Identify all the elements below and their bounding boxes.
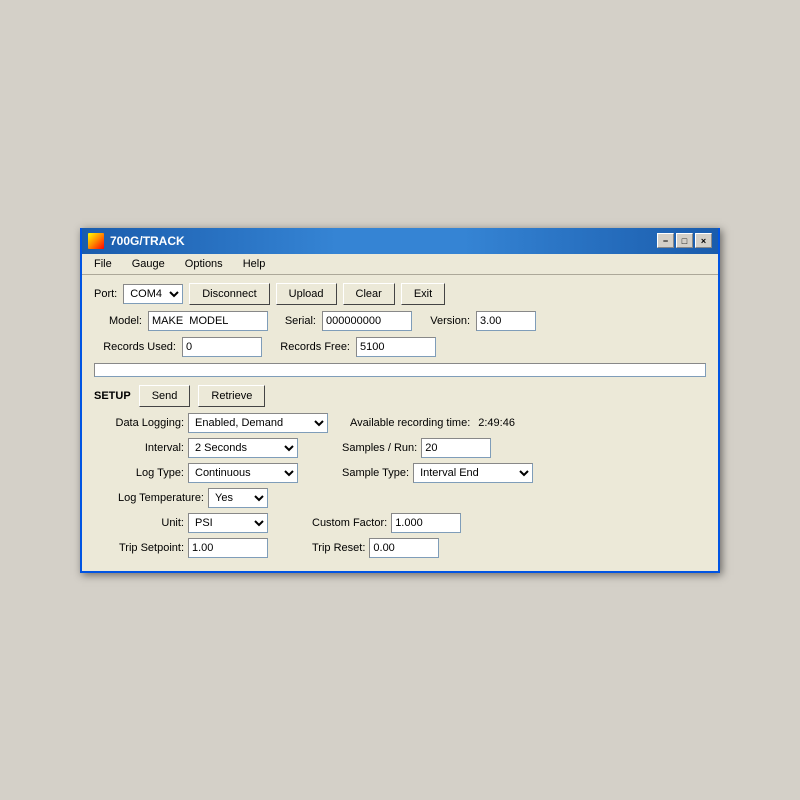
version-input[interactable] [476,311,536,331]
setup-section-label: SETUP [94,390,131,402]
menu-options[interactable]: Options [177,256,231,272]
clear-button[interactable]: Clear [343,283,395,305]
menu-help[interactable]: Help [235,256,274,272]
sample-type-label: Sample Type: [342,467,409,479]
disconnect-button[interactable]: Disconnect [189,283,269,305]
records-free-label: Records Free: [268,341,350,353]
data-logging-select[interactable]: Enabled, Demand Enabled, Continuous Disa… [188,413,328,433]
log-type-select[interactable]: Continuous Single [188,463,298,483]
progress-bar [94,363,706,377]
port-select[interactable]: COM4 [123,284,183,304]
main-window: 700G/TRACK − □ × File Gauge Options Help… [80,228,720,573]
setup-row-data-logging: Data Logging: Enabled, Demand Enabled, C… [94,413,706,433]
interval-select[interactable]: 1 Second 2 Seconds 5 Seconds 10 Seconds … [188,438,298,458]
records-free-input[interactable] [356,337,436,357]
available-time-label: Available recording time: [350,417,470,429]
setup-row-log-type: Log Type: Continuous Single Sample Type:… [94,463,706,483]
trip-setpoint-input[interactable] [188,538,268,558]
custom-factor-label: Custom Factor: [312,517,387,529]
trip-reset-input[interactable] [369,538,439,558]
samples-run-label: Samples / Run: [342,442,417,454]
content-area: Port: COM4 Disconnect Upload Clear Exit … [82,275,718,571]
serial-input[interactable] [322,311,412,331]
toolbar-row: Port: COM4 Disconnect Upload Clear Exit [94,283,706,305]
menu-file[interactable]: File [86,256,120,272]
log-temp-label: Log Temperature: [94,492,204,504]
menu-bar: File Gauge Options Help [82,254,718,275]
available-time-value: 2:49:46 [478,417,515,429]
upload-button[interactable]: Upload [276,283,337,305]
title-bar: 700G/TRACK − □ × [82,228,718,254]
model-input[interactable] [148,311,268,331]
log-temp-select[interactable]: Yes No [208,488,268,508]
setup-header-row: SETUP Send Retrieve [94,385,706,407]
setup-row-interval: Interval: 1 Second 2 Seconds 5 Seconds 1… [94,438,706,458]
close-button[interactable]: × [695,233,712,248]
app-icon [88,233,104,249]
exit-button[interactable]: Exit [401,283,445,305]
window-controls: − □ × [657,233,712,248]
version-label: Version: [418,315,470,327]
log-type-label: Log Type: [94,467,184,479]
trip-setpoint-label: Trip Setpoint: [94,542,184,554]
records-used-input[interactable] [182,337,262,357]
custom-factor-input[interactable] [391,513,461,533]
unit-label: Unit: [94,517,184,529]
info-row-2: Records Used: Records Free: [94,337,706,357]
minimize-button[interactable]: − [657,233,674,248]
trip-reset-label: Trip Reset: [312,542,365,554]
window-title: 700G/TRACK [110,234,657,248]
info-row-1: Model: Serial: Version: [94,311,706,331]
sample-type-select[interactable]: Interval End Average Min Max [413,463,533,483]
model-label: Model: [94,315,142,327]
port-label: Port: [94,288,117,300]
setup-row-trip: Trip Setpoint: Trip Reset: [94,538,706,558]
setup-row-log-temp: Log Temperature: Yes No [94,488,706,508]
menu-gauge[interactable]: Gauge [124,256,173,272]
interval-label: Interval: [94,442,184,454]
samples-run-input[interactable] [421,438,491,458]
serial-label: Serial: [274,315,316,327]
unit-select[interactable]: PSI Bar kPa MPa Custom [188,513,268,533]
setup-row-unit: Unit: PSI Bar kPa MPa Custom Custom Fact… [94,513,706,533]
retrieve-button[interactable]: Retrieve [198,385,265,407]
data-logging-label: Data Logging: [94,417,184,429]
send-button[interactable]: Send [139,385,191,407]
maximize-button[interactable]: □ [676,233,693,248]
records-used-label: Records Used: [94,341,176,353]
